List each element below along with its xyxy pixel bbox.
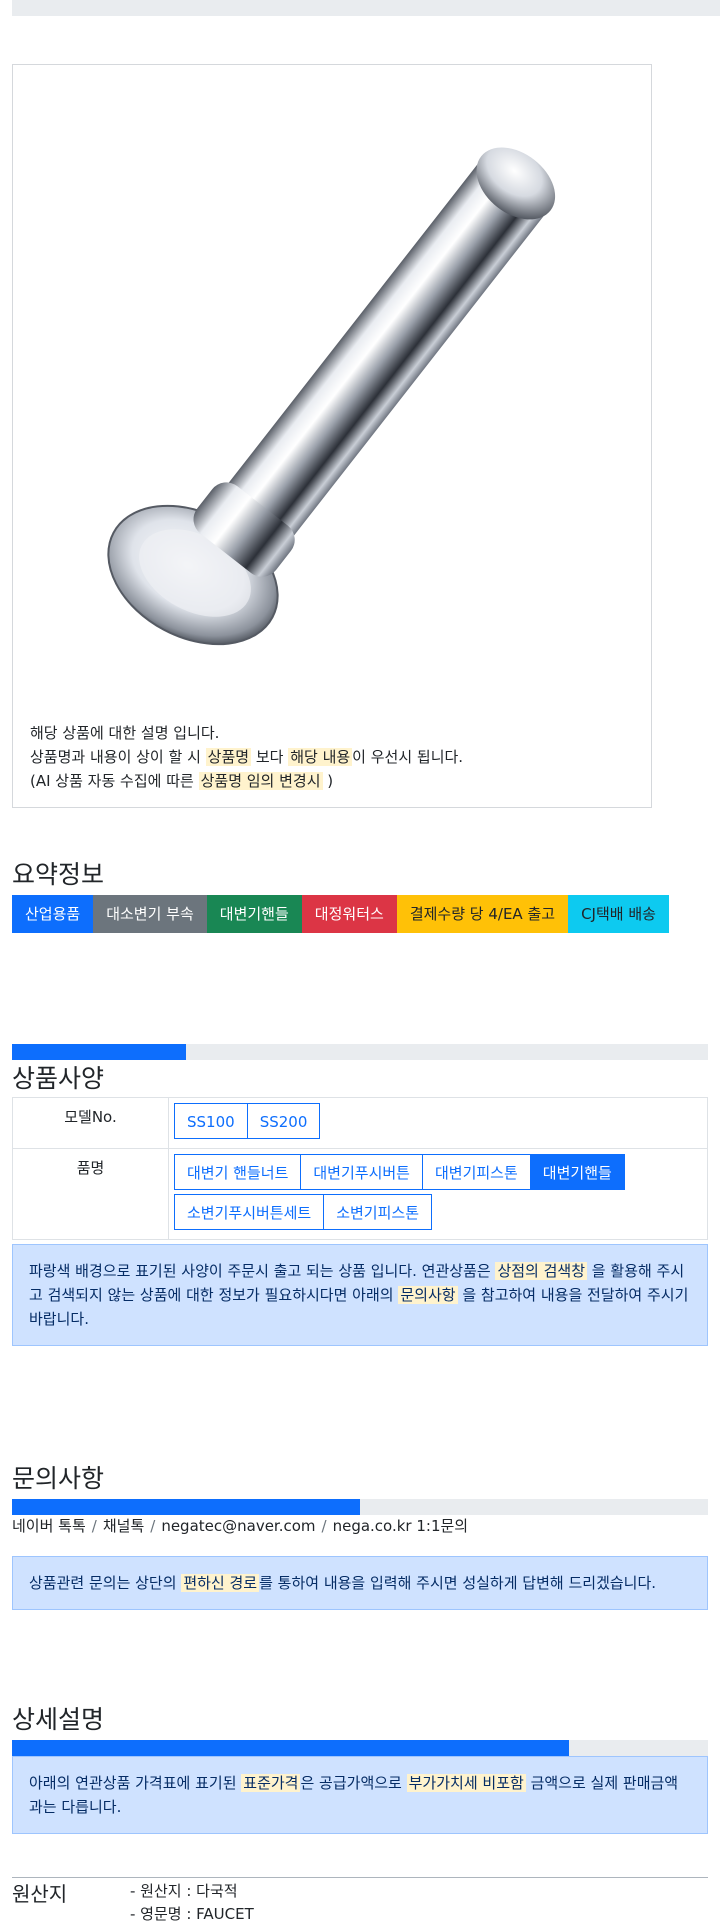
inquiry-progress — [12, 1499, 708, 1515]
model-option[interactable]: SS100 — [174, 1103, 248, 1139]
contact-links: 네이버 톡톡 / 채널톡 / negatec@naver.com / nega.co.kr … — [12, 1515, 468, 1536]
highlight-search: 상점의 검색창 — [495, 1262, 588, 1280]
notice-text: 를 통하여 내용을 입력해 주시면 성실하게 답변해 드리겠습니다. — [259, 1574, 657, 1592]
spec-notice: 파랑색 배경으로 표기된 사양이 주문시 출고 되는 상품 입니다. 연관상품은… — [12, 1244, 708, 1346]
notice-text: 상품관련 문의는 상단의 — [29, 1574, 182, 1592]
desc-line-1: 해당 상품에 대한 설명 입니다. — [30, 724, 220, 742]
highlight-inquiry: 문의사항 — [398, 1286, 458, 1304]
summary-badges: 산업용품 대소변기 부속 대변기핸들 대정워터스 결제수량 당 4/EA 출고 … — [12, 895, 712, 933]
name-option[interactable]: 소변기피스톤 — [323, 1194, 433, 1230]
highlight-route: 편하신 경로 — [181, 1574, 260, 1592]
detail-title: 상세설명 — [12, 1705, 105, 1734]
notice-text: 아래의 연관상품 가격표에 표기된 — [29, 1774, 242, 1792]
spec-progress — [12, 1044, 708, 1060]
name-option[interactable]: 대변기 핸들너트 — [174, 1154, 302, 1190]
detail-notice: 아래의 연관상품 가격표에 표기된 표준가격 은 공급가액으로 부가가치세 비포함… — [12, 1756, 708, 1834]
contact-talktalk-link[interactable]: 네이버 톡톡 — [12, 1517, 86, 1535]
badge-item[interactable]: 대변기핸들 — [206, 895, 302, 933]
model-label: 모델No. — [12, 1097, 169, 1149]
badge-shipping: CJ택배 배송 — [568, 895, 669, 933]
badge-quantity: 결제수량 당 4/EA 출고 — [396, 895, 569, 933]
product-card: 해당 상품에 대한 설명 입니다. 상품명과 내용이 상이 할 시 상품명 보다… — [12, 64, 652, 808]
name-options: 대변기 핸들너트 대변기푸시버튼 대변기피스톤 대변기핸들소변기푸시버튼세트 소변기피스… — [168, 1148, 708, 1240]
highlight-content: 해당 내용 — [288, 748, 353, 766]
origin-values: - 원산지 : 다국적 - 영문명 : FAUCET — [130, 1880, 254, 1926]
desc-line-3: (AI 상품 자동 수집에 따른 상품명 임의 변경시 ) — [30, 769, 463, 793]
name-option[interactable]: 대변기푸시버튼 — [300, 1154, 423, 1190]
inquiry-title: 문의사항 — [12, 1464, 105, 1493]
highlight-name-change: 상품명 임의 변경시 — [198, 772, 323, 790]
origin-label: 원산지 — [12, 1882, 68, 1906]
detail-progress — [12, 1740, 708, 1756]
inquiry-progress-fill — [12, 1499, 360, 1515]
badge-category[interactable]: 산업용품 — [12, 895, 94, 933]
separator: / — [321, 1517, 327, 1535]
spec-row-model: 모델No. SS100 SS200 — [12, 1097, 708, 1149]
spec-table: 모델No. SS100 SS200 품명 대변기 핸들너트 대변기푸시버튼 대변기피스… — [12, 1097, 708, 1240]
desc-text: 상품명과 내용이 상이 할 시 — [30, 748, 206, 766]
top-bar — [12, 0, 720, 16]
product-image — [107, 147, 556, 646]
desc-text: 보다 — [251, 748, 289, 766]
notice-text: 파랑색 배경으로 표기된 사양이 주문시 출고 되는 상품 입니다. 연관상품은 — [29, 1262, 496, 1280]
spec-title: 상품사양 — [12, 1064, 105, 1093]
name-option[interactable]: 대변기피스톤 — [421, 1154, 531, 1190]
separator: / — [91, 1517, 97, 1535]
notice-text: 은 공급가액으로 — [300, 1774, 407, 1792]
detail-progress-fill — [12, 1740, 569, 1756]
contact-website-link[interactable]: nega.co.kr 1:1문의 — [333, 1517, 469, 1535]
origin-english-name: - 영문명 : FAUCET — [130, 1905, 254, 1923]
product-description: 해당 상품에 대한 설명 입니다. 상품명과 내용이 상이 할 시 상품명 보다… — [30, 721, 463, 793]
contact-email-link[interactable]: negatec@naver.com — [161, 1517, 315, 1535]
spec-row-name: 품명 대변기 핸들너트 대변기푸시버튼 대변기피스톤 대변기핸들소변기푸시버튼세트 소변… — [12, 1148, 708, 1240]
contact-channeltalk-link[interactable]: 채널톡 — [103, 1517, 144, 1535]
desc-line-2: 상품명과 내용이 상이 할 시 상품명 보다 해당 내용 이 우선시 됩니다. — [30, 745, 463, 769]
desc-text: ) — [322, 772, 334, 790]
model-option[interactable]: SS200 — [246, 1103, 321, 1139]
origin-country: - 원산지 : 다국적 — [130, 1882, 238, 1900]
spec-progress-fill — [12, 1044, 186, 1060]
origin-section: 원산지 - 원산지 : 다국적 - 영문명 : FAUCET — [12, 1877, 708, 1923]
name-option-selected[interactable]: 대변기핸들 — [529, 1154, 625, 1190]
model-options: SS100 SS200 — [168, 1097, 708, 1149]
name-option[interactable]: 소변기푸시버튼세트 — [174, 1194, 325, 1230]
desc-text: 이 우선시 됩니다. — [352, 748, 464, 766]
desc-text: (AI 상품 자동 수집에 따른 — [30, 772, 199, 790]
badge-subcategory[interactable]: 대소변기 부속 — [93, 895, 207, 933]
highlight-standard-price: 표준가격 — [241, 1774, 301, 1792]
badge-brand[interactable]: 대정워터스 — [301, 895, 397, 933]
inquiry-notice: 상품관련 문의는 상단의 편하신 경로 를 통하여 내용을 입력해 주시면 성실하… — [12, 1556, 708, 1610]
separator: / — [150, 1517, 156, 1535]
name-label: 품명 — [12, 1148, 169, 1240]
highlight-vat: 부가가치세 비포함 — [406, 1774, 526, 1792]
summary-title: 요약정보 — [12, 860, 105, 889]
highlight-product-name: 상품명 — [205, 748, 252, 766]
